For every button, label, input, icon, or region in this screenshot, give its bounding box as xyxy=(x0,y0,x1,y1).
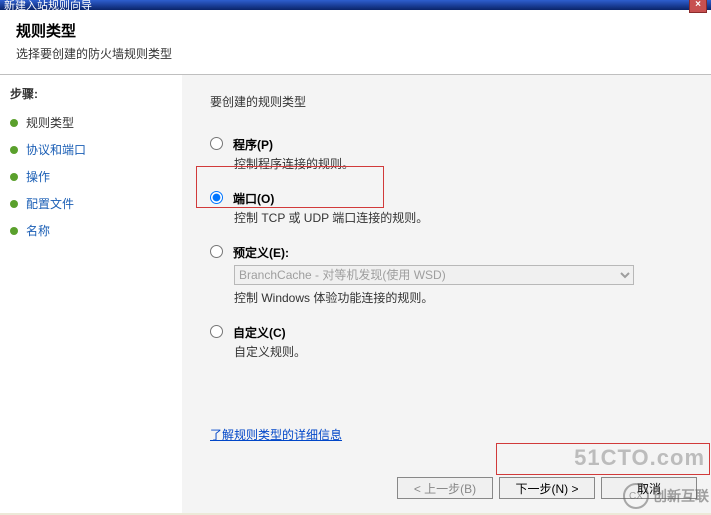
sidebar-item-rule-type[interactable]: 规则类型 xyxy=(10,114,182,131)
radio-port[interactable] xyxy=(210,191,223,204)
option-custom: 自定义(C) 自定义规则。 xyxy=(210,324,683,360)
wizard-header: 规则类型 选择要创建的防火墙规则类型 xyxy=(0,10,711,75)
bullet-icon xyxy=(10,146,18,154)
option-predefined: 预定义(E): BranchCache - 对等机发现(使用 WSD) 控制 W… xyxy=(210,244,683,306)
option-program: 程序(P) 控制程序连接的规则。 xyxy=(210,136,683,172)
learn-more-link[interactable]: 了解规则类型的详细信息 xyxy=(210,426,342,443)
option-desc: 控制程序连接的规则。 xyxy=(234,155,683,172)
sidebar-item-label: 配置文件 xyxy=(26,195,74,212)
content-pane: 要创建的规则类型 程序(P) 控制程序连接的规则。 端口(O) 控制 TCP 或… xyxy=(182,75,711,513)
option-desc: 自定义规则。 xyxy=(234,343,683,360)
predefined-select[interactable]: BranchCache - 对等机发现(使用 WSD) xyxy=(234,265,634,285)
radio-program[interactable] xyxy=(210,137,223,150)
titlebar: 新建入站规则向导 × xyxy=(0,0,711,10)
wizard-body: 步骤: 规则类型 协议和端口 操作 配置文件 名称 要创建的规则类型 程序(P)… xyxy=(0,75,711,513)
steps-title: 步骤: xyxy=(10,85,182,102)
next-button[interactable]: 下一步(N) > xyxy=(499,477,595,499)
window-title: 新建入站规则向导 xyxy=(4,0,92,13)
back-button[interactable]: < 上一步(B) xyxy=(397,477,493,499)
wizard-buttons: < 上一步(B) 下一步(N) > 取消 xyxy=(397,477,697,499)
option-desc: 控制 Windows 体验功能连接的规则。 xyxy=(234,289,683,306)
bullet-icon xyxy=(10,119,18,127)
radio-custom[interactable] xyxy=(210,325,223,338)
sidebar-item-label: 名称 xyxy=(26,222,50,239)
sidebar-item-label: 规则类型 xyxy=(26,114,74,131)
option-label: 预定义(E): xyxy=(233,244,289,261)
bullet-icon xyxy=(10,200,18,208)
sidebar-item-action[interactable]: 操作 xyxy=(10,168,182,185)
option-label: 端口(O) xyxy=(233,190,274,207)
steps-sidebar: 步骤: 规则类型 协议和端口 操作 配置文件 名称 xyxy=(0,75,182,513)
cancel-button[interactable]: 取消 xyxy=(601,477,697,499)
close-icon[interactable]: × xyxy=(689,0,707,13)
question-text: 要创建的规则类型 xyxy=(210,93,683,110)
radio-predefined[interactable] xyxy=(210,245,223,258)
page-title: 规则类型 xyxy=(16,20,695,41)
sidebar-item-label: 操作 xyxy=(26,168,50,185)
bullet-icon xyxy=(10,173,18,181)
option-desc: 控制 TCP 或 UDP 端口连接的规则。 xyxy=(234,209,683,226)
sidebar-item-label: 协议和端口 xyxy=(26,141,86,158)
page-subtitle: 选择要创建的防火墙规则类型 xyxy=(16,45,695,62)
option-port: 端口(O) 控制 TCP 或 UDP 端口连接的规则。 xyxy=(210,190,683,226)
sidebar-item-name[interactable]: 名称 xyxy=(10,222,182,239)
option-label: 程序(P) xyxy=(233,136,273,153)
option-label: 自定义(C) xyxy=(233,324,286,341)
sidebar-item-profile[interactable]: 配置文件 xyxy=(10,195,182,212)
bullet-icon xyxy=(10,227,18,235)
sidebar-item-protocol[interactable]: 协议和端口 xyxy=(10,141,182,158)
